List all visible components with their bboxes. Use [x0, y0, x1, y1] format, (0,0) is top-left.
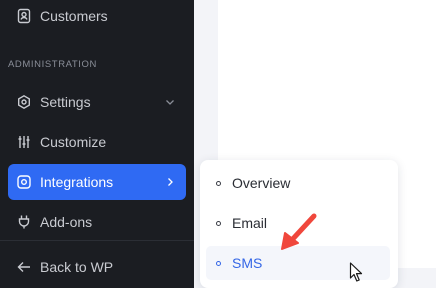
sidebar-item-label: Add-ons [40, 214, 93, 230]
sidebar-item-customers[interactable]: Customers [8, 0, 186, 34]
sidebar-item-label: Settings [40, 94, 91, 110]
submenu-item-label: Email [232, 215, 268, 231]
chevron-right-icon [168, 178, 173, 186]
sidebar-item-add-ons[interactable]: Add-ons [8, 204, 186, 240]
sidebar-item-label: Customers [40, 8, 108, 24]
bullet-icon [216, 220, 221, 226]
annotation-arrow-icon [281, 213, 317, 250]
submenu-item-label: SMS [232, 255, 263, 271]
sidebar-item-integrations[interactable]: Integrations [8, 164, 186, 200]
user-badge-icon [16, 8, 32, 24]
gear-icon [16, 94, 32, 110]
section-label-administration: ADMINISTRATION [8, 59, 97, 70]
back-to-wp-link[interactable]: Back to WP [8, 249, 186, 285]
bullet-icon [216, 180, 221, 186]
bullet-icon [216, 260, 221, 266]
submenu-item-label: Overview [232, 175, 291, 191]
arrow-left-icon [16, 259, 32, 275]
sidebar-item-customize[interactable]: Customize [8, 124, 186, 160]
sidebar-item-label: Customize [40, 134, 107, 150]
chevron-down-icon [166, 100, 174, 105]
sliders-icon [16, 134, 32, 150]
submenu-item-overview[interactable]: Overview [206, 166, 390, 200]
sidebar: Customers ADMINISTRATION Settings Custom… [0, 0, 194, 288]
mouse-cursor-icon [349, 262, 363, 282]
plug-icon [16, 214, 32, 230]
sidebar-divider [0, 240, 194, 241]
sidebar-item-label: Integrations [40, 174, 114, 190]
sidebar-item-settings[interactable]: Settings [8, 84, 186, 120]
back-to-wp-label: Back to WP [40, 259, 114, 275]
integrations-gear-icon [16, 174, 32, 190]
